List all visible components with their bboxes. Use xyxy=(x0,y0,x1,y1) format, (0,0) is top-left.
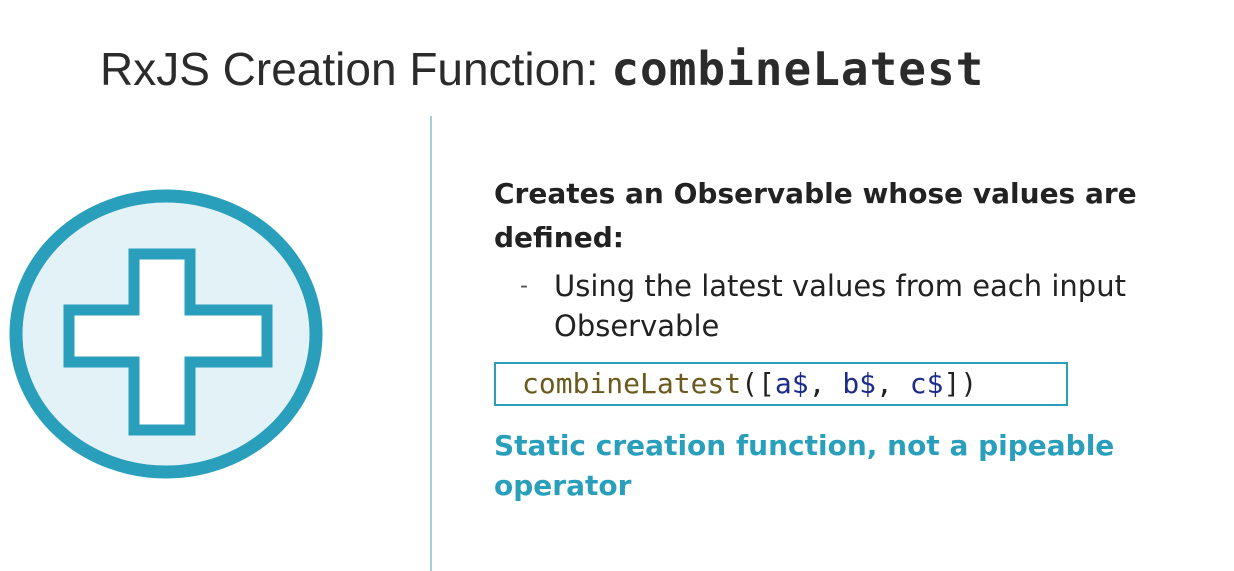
code-arg-b: b$ xyxy=(842,367,877,400)
code-function-name: combineLatest xyxy=(522,367,742,400)
slide-title: RxJS Creation Function: combineLatest xyxy=(100,39,984,99)
description-heading: Creates an Observable whose values are d… xyxy=(494,177,1137,254)
bullet-item: - Using the latest values from each inpu… xyxy=(520,266,1214,346)
title-prefix: RxJS Creation Function: xyxy=(100,42,612,95)
bullet-marker: - xyxy=(520,272,528,299)
plus-circle-icon xyxy=(9,189,323,479)
code-open-bracket: ([ xyxy=(741,367,775,400)
static-function-note: Static creation function, not a pipeable… xyxy=(494,429,1115,502)
code-arg-c: c$ xyxy=(909,367,944,400)
code-example-box: combineLatest([a$, b$, c$]) xyxy=(494,362,1068,406)
title-code: combineLatest xyxy=(611,41,985,96)
bullet-text: Using the latest values from each input … xyxy=(554,269,1126,343)
code-close-bracket: ]) xyxy=(943,367,978,400)
code-separator: , xyxy=(876,367,910,400)
code-separator: , xyxy=(808,367,843,400)
content-panel: Creates an Observable whose values are d… xyxy=(494,172,1214,534)
code-arg-a: a$ xyxy=(774,367,809,400)
vertical-divider xyxy=(430,116,432,571)
